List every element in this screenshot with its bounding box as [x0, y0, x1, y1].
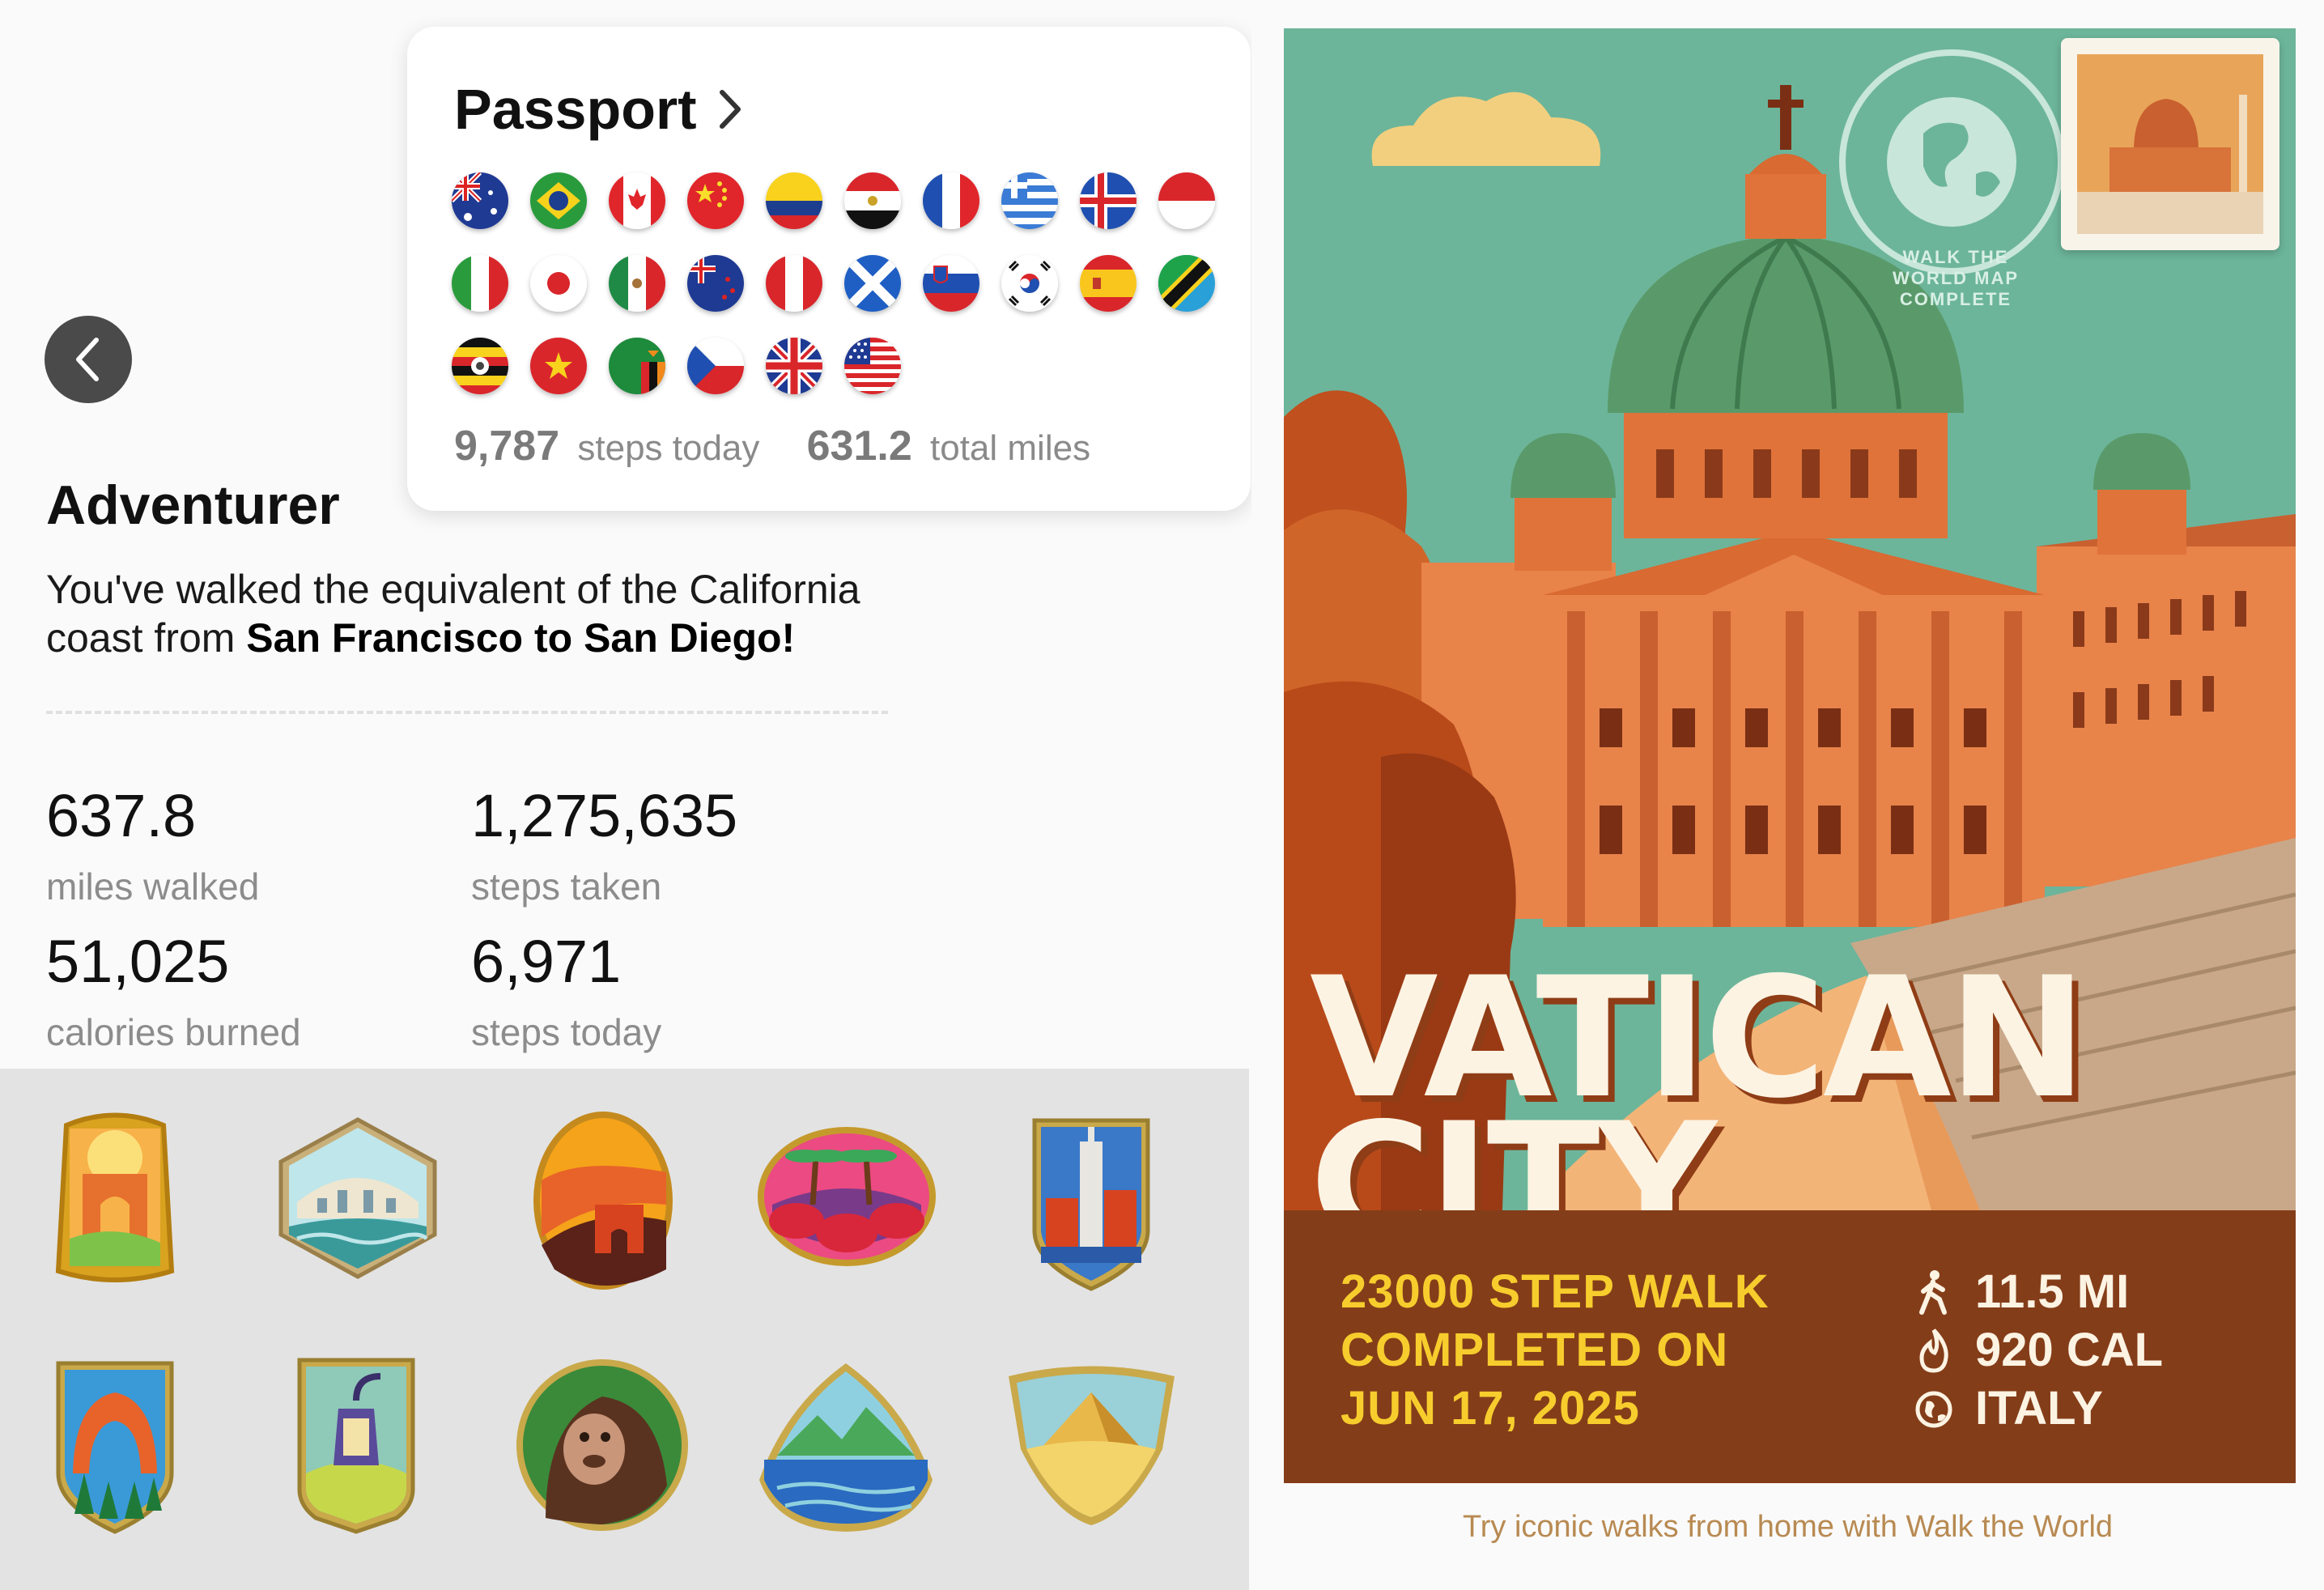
united-states-flag: [844, 338, 901, 394]
indonesia-flag: [1158, 172, 1215, 229]
poster-caption[interactable]: Try iconic walks from home with Walk the…: [1251, 1510, 2324, 1545]
achievement-title: Adventurer: [46, 474, 340, 536]
united-kingdom-flag: [766, 338, 822, 394]
distance-row: 11.5 MI: [1915, 1263, 2163, 1321]
canada-flag: [609, 172, 665, 229]
description-route: San Francisco to San Diego!: [246, 615, 796, 661]
skyscraper-badge[interactable]: [1026, 1109, 1156, 1295]
flag-grid: [452, 172, 1237, 394]
iceland-flag: [1080, 172, 1137, 229]
gorilla-badge[interactable]: [513, 1356, 691, 1534]
badge-collection: [0, 1069, 1249, 1590]
calories-value: 51,025: [46, 928, 230, 995]
miles-value: 637.8: [46, 782, 197, 849]
bridge-badge[interactable]: [273, 1113, 443, 1283]
calories-label: calories burned: [46, 1011, 301, 1053]
scotland-flag: [844, 255, 901, 312]
uganda-flag: [452, 338, 508, 394]
vatican-city-poster: WALK THE WORLD MAP COMPLETE VATICAN CITY…: [1284, 28, 2296, 1483]
pyramid-badge[interactable]: [1001, 1360, 1183, 1530]
south-korea-flag: [1001, 255, 1058, 312]
walk-stats: 11.5 MI 920 CAL ITALY: [1915, 1263, 2163, 1438]
vietnam-flag: [530, 338, 587, 394]
brazil-flag: [530, 172, 587, 229]
lantern-badge[interactable]: [291, 1352, 421, 1538]
mexico-flag: [609, 255, 665, 312]
postage-stamp: [2061, 38, 2279, 250]
calories-value: 920 CAL: [1975, 1324, 2164, 1376]
palm-tree-badge[interactable]: [756, 1124, 938, 1269]
achievement-description: You've walked the equivalent of the Cali…: [46, 565, 904, 662]
walker-icon: [1919, 1270, 1947, 1315]
country-row: ITALY: [1915, 1380, 2163, 1438]
stat-today: 6,971 steps today: [471, 927, 661, 1054]
walk-the-world-stamp: WALK THE WORLD MAP COMPLETE: [1834, 45, 2069, 309]
passport-title: Passport: [454, 78, 697, 141]
today-label: steps today: [471, 1011, 662, 1053]
poster-card[interactable]: WALK THE WORLD MAP COMPLETE VATICAN CITY…: [1251, 0, 2324, 1590]
spain-flag: [1080, 255, 1137, 312]
czech-republic-flag: [687, 338, 744, 394]
passport-footer: 9,787 steps today 631.2 total miles: [454, 422, 1090, 470]
rock-arch-badge[interactable]: [50, 1352, 180, 1538]
walk-line-2: COMPLETED ON: [1340, 1324, 1729, 1376]
globe-icon: [1915, 1391, 1952, 1428]
passport-miles-label: total miles: [930, 428, 1091, 468]
steps-label: steps taken: [471, 865, 662, 908]
today-value: 6,971: [471, 928, 622, 995]
calories-row: 920 CAL: [1915, 1321, 2163, 1380]
slovenia-flag: [923, 255, 979, 312]
walk-line-3: JUN 17, 2025: [1340, 1382, 1640, 1435]
japan-flag: [530, 255, 587, 312]
china-flag: [687, 172, 744, 229]
arch-badge[interactable]: [50, 1109, 180, 1295]
australia-flag: [452, 172, 508, 229]
chevron-left-icon: [76, 338, 99, 381]
italy-flag: [452, 255, 508, 312]
passport-steps-value: 9,787: [454, 423, 560, 470]
stat-miles: 637.8 miles walked: [46, 781, 259, 908]
great-wall-badge[interactable]: [530, 1107, 676, 1294]
steps-value: 1,275,635: [471, 782, 738, 849]
distance-value: 11.5 MI: [1975, 1265, 2130, 1318]
divider: [46, 711, 888, 714]
egypt-flag: [844, 172, 901, 229]
chevron-right-icon: [719, 90, 741, 129]
colombia-flag: [766, 172, 822, 229]
flame-icon: [1919, 1329, 1948, 1373]
passport-header[interactable]: Passport: [454, 77, 742, 142]
country-value: ITALY: [1975, 1382, 2103, 1435]
new-zealand-flag: [687, 255, 744, 312]
zambia-flag: [609, 338, 665, 394]
peru-flag: [766, 255, 822, 312]
tanzania-flag: [1158, 255, 1215, 312]
stat-steps: 1,275,635 steps taken: [471, 781, 737, 908]
walk-line-1: 23000 STEP WALK: [1340, 1265, 1770, 1318]
passport-card[interactable]: Passport 9,787 steps today 631.2 total m…: [407, 27, 1251, 511]
back-button[interactable]: [45, 316, 132, 403]
stat-calories: 51,025 calories burned: [46, 927, 301, 1054]
france-flag: [923, 172, 979, 229]
greece-flag: [1001, 172, 1058, 229]
walk-completion-text: 23000 STEP WALK COMPLETED ON JUN 17, 202…: [1340, 1263, 1770, 1438]
globe-stamp-icon: [1839, 49, 2064, 274]
passport-miles-value: 631.2: [806, 423, 912, 470]
miles-label: miles walked: [46, 865, 260, 908]
mountain-lake-badge[interactable]: [753, 1358, 939, 1537]
st-peters-stamp-icon: [2077, 54, 2263, 234]
passport-steps-label: steps today: [577, 428, 760, 468]
cloud-icon: [1371, 91, 1601, 166]
stamp-text: WALK THE WORLD MAP COMPLETE: [1892, 247, 2020, 309]
